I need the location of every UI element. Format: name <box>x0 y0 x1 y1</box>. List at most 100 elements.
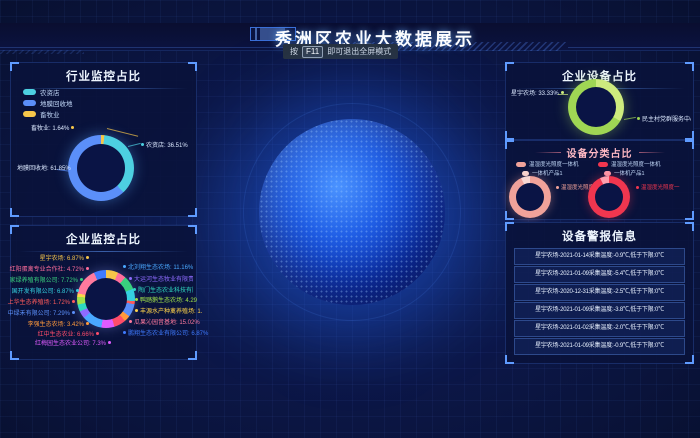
alarm-row: 星宇农场-2021-01-02采集温度:-2.0℃,低于下限:0℃ <box>514 320 685 337</box>
alarm-row: 星宇农场-2021-01-09采集温度:-5.4℃,低于下限:0℃ <box>514 266 685 283</box>
callout-dot <box>123 331 126 334</box>
callout-dot <box>71 126 74 129</box>
alarm-row: 星宇农场-2020-12-31采集温度:-2.5℃,低于下限:0℃ <box>514 284 685 301</box>
chart-callout: 丰源水产种禽养殖场: 1. <box>135 306 202 315</box>
chart-callout: 红梅园生态农业公司: 7.3% <box>35 338 111 347</box>
device-class-right-donut[interactable] <box>588 176 630 218</box>
chart-callout: 鸭踏鹅生态农场: 4.29 <box>135 295 197 304</box>
chart-callout: 瓜果沁园音基地: 15.02% <box>129 317 200 326</box>
callout-line <box>107 128 138 137</box>
chart-callout: 农资店: 36.51% <box>141 140 188 149</box>
f11-key: F11 <box>302 46 323 58</box>
callout-text: 红阳蛋禽专业合作社: 4.72% <box>10 264 84 273</box>
legend-swatch <box>522 171 529 176</box>
chart-callout: 中绿禾有限公司: 7.29% <box>8 308 75 317</box>
legend-item[interactable]: 地膜回收地 <box>23 98 73 108</box>
device-class-left-donut[interactable] <box>509 176 551 218</box>
callout-dot <box>556 186 559 189</box>
callout-dot <box>86 256 89 259</box>
callout-dot <box>72 300 75 303</box>
callout-dot <box>135 298 138 301</box>
callout-text: 丰源水产种禽养殖场: 1. <box>140 306 202 315</box>
alarm-row: 星宇农场-2021-01-09采集温度:-0.9℃,低于下限:0℃ <box>514 338 685 355</box>
callout-text: 鸭踏鹅生态农场: 4.29 <box>140 295 197 304</box>
dashboard-stage: 秀洲区农业大数据展示 按 F11 即可退出全屏模式 行业监控占比 农资店 地膜回… <box>0 0 700 438</box>
callout-line <box>128 143 141 147</box>
chart-callout: 国开发有限公司: 6.87% <box>12 286 79 295</box>
corner-decoration <box>685 131 694 140</box>
legend-swatch <box>23 111 36 117</box>
corner-decoration <box>685 211 694 220</box>
header-line-decoration <box>568 47 700 48</box>
callout-text: 鹏翔生态农业有限公司: 6.87% <box>128 328 208 337</box>
legend-label: 一体机产品1 <box>532 169 563 177</box>
legend-item[interactable]: 温湿度光照度一体机 <box>598 160 661 168</box>
corner-decoration <box>188 351 197 360</box>
globe-visualization <box>259 119 445 305</box>
legend-item[interactable]: 畜牧业 <box>23 109 60 119</box>
panel-device-alarms: 设备警报信息 星宇农场-2021-01-14采集温度:-0.9℃,低于下限:0℃… <box>505 222 694 364</box>
chart-callout: 畜牧业: 1.64% <box>31 123 74 132</box>
legend-item[interactable]: 农资店 <box>23 87 60 97</box>
donut-hole <box>77 144 125 192</box>
chart-callout: 地膜回收地: 61.85% <box>17 163 76 172</box>
callout-dot <box>72 311 75 314</box>
industry-donut-chart[interactable] <box>68 135 134 201</box>
chart-callout: 星宇农场: 6.87% <box>40 253 89 262</box>
panel-title: 行业监控占比 <box>11 63 196 84</box>
donut-hole <box>576 87 616 127</box>
callout-dot <box>76 289 79 292</box>
callout-line <box>624 117 636 120</box>
title-divider <box>19 251 188 252</box>
chart-callout: 鹏翔生态农业有限公司: 6.87% <box>123 328 208 337</box>
panel-title: 企业监控占比 <box>11 226 196 247</box>
hint-suffix: 即可退出全屏模式 <box>327 46 391 57</box>
callout-text: 北刘翔生态农场: 11.16% <box>128 262 193 271</box>
corner-decoration <box>10 208 19 217</box>
corner-decoration <box>505 355 514 364</box>
panel-enterprise-monitoring: 企业监控占比 星宇农场: 6.87% 红阳蛋禽专业合作社: 4.72% 家绿养殖… <box>10 225 197 360</box>
chart-callout: 民主村党群服务中心: <box>637 114 691 123</box>
chart-callout: 红中生态农业: 6.66% <box>38 329 99 338</box>
fullscreen-hint: 按 F11 即可退出全屏模式 <box>283 44 398 59</box>
corner-decoration <box>188 208 197 217</box>
panel-device-classification: 设备分类占比 温湿度光照度一体机 一体机产品1 温湿度光照度一 温湿度光照度一体… <box>505 140 694 220</box>
donut-hole <box>85 278 127 320</box>
legend-label: 地膜回收地 <box>40 98 73 108</box>
callout-text: 家绿养殖有限公司: 7.72% <box>10 275 78 284</box>
panel-title: 设备警报信息 <box>506 223 693 244</box>
callout-dot <box>96 332 99 335</box>
callout-text: 红梅园生态农业公司: 7.3% <box>35 338 106 347</box>
legend-swatch <box>604 171 611 176</box>
equipment-donut-chart[interactable] <box>568 79 624 135</box>
callout-dot <box>86 322 89 325</box>
legend-item[interactable]: 温湿度光照度一体机 <box>516 160 579 168</box>
callout-dot <box>141 143 144 146</box>
hint-prefix: 按 <box>290 46 298 57</box>
callout-text: 大运河生态牧业有限责任公 <box>134 274 193 283</box>
callout-dot <box>133 288 136 291</box>
callout-text: 民主村党群服务中心: <box>642 114 691 123</box>
chart-callout: 星宇农场: 33.33% <box>511 88 564 97</box>
panel-title: 设备分类占比 <box>506 141 693 160</box>
legend-label: 温湿度光照度一体机 <box>529 160 579 168</box>
donut-hole <box>516 183 544 211</box>
callout-text: 红中生态农业: 6.66% <box>38 329 94 338</box>
alarm-row: 星宇农场-2021-01-09采集温度:-3.8℃,低于下限:0℃ <box>514 302 685 319</box>
title-line-decoration <box>535 152 561 153</box>
callout-dot <box>636 186 639 189</box>
callout-text: 星宇农场: 33.33% <box>511 88 559 97</box>
panel-industry-monitoring: 行业监控占比 农资店 地膜回收地 畜牧业 畜牧业: 1.64% 农资店: 36.… <box>10 62 197 217</box>
header-hatch-decoration <box>0 50 84 54</box>
callout-dot <box>73 166 76 169</box>
legend-label: 农资店 <box>40 87 60 97</box>
callout-text: 李强生态农场: 3.42% <box>28 319 84 328</box>
callout-text: 星宇农场: 6.87% <box>40 253 84 262</box>
donut-hole <box>595 183 623 211</box>
callout-text: 陶门生态农业科技有限公 <box>138 285 193 294</box>
legend-swatch <box>598 162 608 167</box>
callout-text: 农资店: 36.51% <box>146 140 188 149</box>
corner-decoration <box>505 211 514 220</box>
chart-callout: 大运河生态牧业有限责任公 <box>129 274 193 283</box>
legend-label: 温湿度光照度一体机 <box>611 160 661 168</box>
